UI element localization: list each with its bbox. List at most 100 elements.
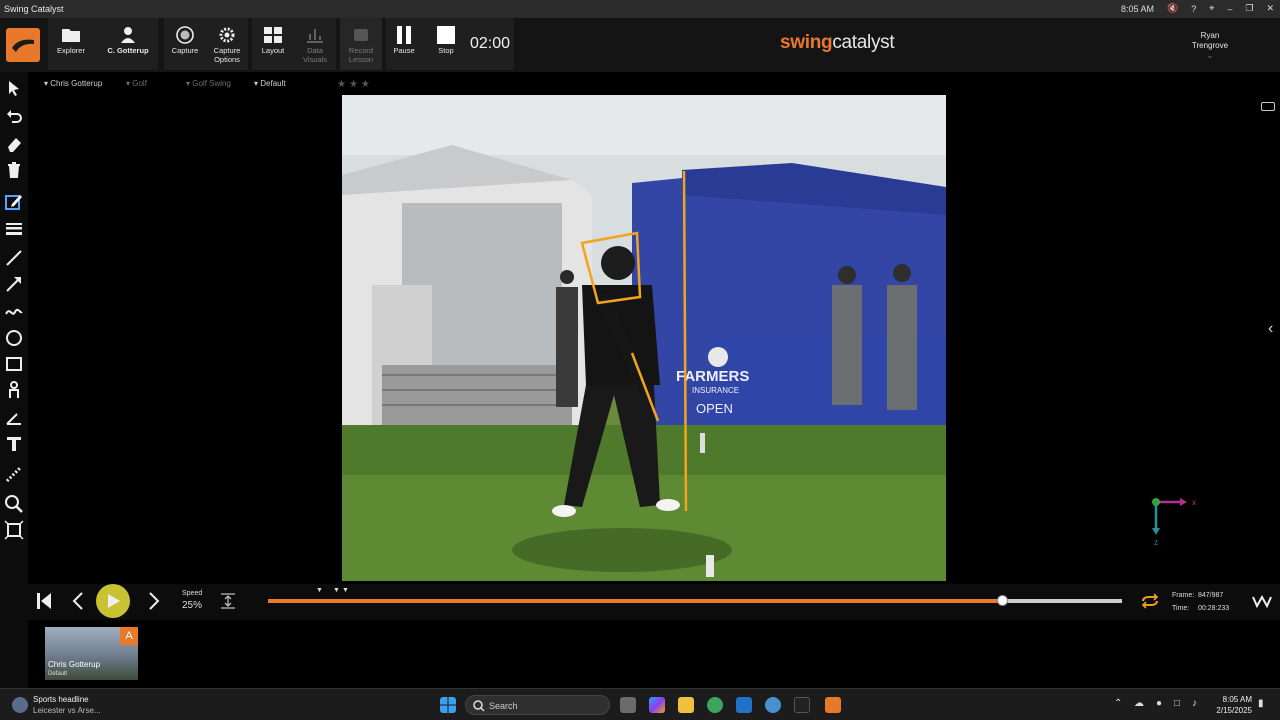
step-back-icon[interactable]	[72, 592, 84, 610]
breadcrumb-player[interactable]: ▾ Chris Gotterup	[44, 79, 102, 88]
copilot-icon[interactable]	[649, 697, 665, 713]
data-visuals-label: Data Visuals	[302, 46, 328, 64]
layout-button[interactable]: Layout	[254, 18, 292, 70]
circle-tool-icon[interactable]	[4, 328, 24, 348]
crop-icon[interactable]	[4, 520, 24, 540]
measure-tool-icon[interactable]	[4, 464, 24, 484]
user-menu[interactable]: Ryan Trengrove ⌄	[1180, 31, 1240, 61]
explorer-button[interactable]: Explorer	[50, 18, 92, 70]
notification-icon[interactable]: ▮	[1258, 698, 1264, 709]
data-visuals-button[interactable]: Data Visuals	[296, 18, 334, 70]
clip-subtitle: Default	[48, 671, 68, 677]
breadcrumb: ▾ Chris Gotterup ▾ Golf ▾ Golf Swing ▾ D…	[30, 74, 1280, 92]
news-widget-icon[interactable]	[12, 697, 28, 713]
tray-network-icon[interactable]: □	[1174, 698, 1180, 709]
explorer-label: Explorer	[57, 46, 85, 55]
taskbar-search[interactable]: Search	[465, 695, 610, 715]
play-button[interactable]	[96, 584, 130, 618]
edit-icon[interactable]	[4, 192, 24, 212]
filmstrip-icon[interactable]	[1252, 593, 1272, 609]
skip-to-start-icon[interactable]	[36, 592, 52, 610]
help-icon[interactable]: ?	[1191, 4, 1196, 14]
file-explorer-icon[interactable]	[678, 697, 694, 713]
eraser-icon[interactable]	[4, 134, 24, 154]
breadcrumb-layout-label: Default	[260, 79, 286, 88]
arrow-tool-icon[interactable]	[4, 274, 24, 294]
brand-mark: swing	[780, 32, 833, 53]
zoom-icon[interactable]	[4, 494, 24, 514]
text-tool-icon[interactable]	[4, 434, 24, 454]
user-button[interactable]: C. Gotterup	[100, 18, 156, 70]
record-lesson-button[interactable]: Record Lesson	[340, 18, 382, 70]
freehand-tool-icon[interactable]	[4, 300, 24, 320]
brand-logo: swingcatalyst	[780, 32, 895, 54]
undo-icon[interactable]	[4, 108, 24, 128]
speed-label: Speed	[182, 590, 203, 597]
time-label: Time:	[1172, 605, 1190, 612]
clip-title: Chris Gotterup	[48, 660, 101, 669]
title-bar: Swing Catalyst 8:05 AM 🔇 ? ⌖ – ❐ ✕	[0, 0, 1280, 18]
news-text[interactable]: Leicester vs Arse...	[33, 706, 101, 715]
capture-button[interactable]: Capture	[166, 18, 204, 70]
folder-icon	[62, 29, 80, 42]
axis-gizmo: y x z	[1152, 498, 1196, 547]
task-view-icon[interactable]	[620, 697, 636, 713]
clip-strip: A Chris Gotterup Default	[28, 622, 1280, 688]
taskbar-clock[interactable]: 8:05 AM 2/15/2025	[1212, 694, 1252, 716]
clock-label: 8:05 AM	[1121, 3, 1155, 14]
brand-text: catalyst	[832, 32, 895, 53]
chrome-icon[interactable]	[707, 697, 723, 713]
breadcrumb-layout[interactable]: ▾ Default	[254, 79, 286, 88]
svg-text:OPEN: OPEN	[696, 401, 733, 416]
pause-button[interactable]: Pause	[386, 18, 422, 70]
body-tool-icon[interactable]	[4, 380, 24, 400]
chevron-down-icon: ⌄	[1206, 51, 1214, 60]
tray-chevron-up-icon[interactable]: ⌃	[1114, 698, 1122, 709]
record-icon	[354, 29, 368, 41]
breadcrumb-activity-label: Golf Swing	[192, 79, 231, 88]
loop-icon[interactable]	[1140, 593, 1160, 609]
fit-icon[interactable]: ⌖	[1209, 3, 1214, 14]
windows-start-icon[interactable]	[440, 697, 456, 713]
step-forward-icon[interactable]	[148, 592, 160, 610]
stop-button[interactable]: Stop	[428, 18, 464, 70]
timeline-marker[interactable]: ▼	[316, 587, 323, 594]
chevron-left-icon[interactable]: ‹	[1268, 320, 1273, 338]
tray-volume-icon[interactable]: ♪	[1192, 698, 1197, 709]
trash-icon[interactable]	[4, 160, 24, 180]
timeline-marker[interactable]: ▼	[342, 587, 349, 594]
timeline-marker[interactable]: ▼	[333, 587, 340, 594]
timeline-handle[interactable]	[997, 595, 1009, 606]
app-logo[interactable]	[6, 28, 40, 62]
select-tool-icon[interactable]	[4, 78, 24, 98]
chrome-profile-icon[interactable]	[765, 697, 781, 713]
snapshot-icon[interactable]	[1261, 102, 1275, 111]
breadcrumb-sport[interactable]: ▾ Golf	[126, 79, 147, 88]
speed-value[interactable]: 25%	[182, 600, 202, 611]
line-tool-icon[interactable]	[4, 248, 24, 268]
recording-timer: 02:00	[470, 35, 511, 52]
tray-cloud-icon[interactable]: ☁	[1134, 698, 1144, 709]
user-button-label: C. Gotterup	[107, 46, 149, 55]
rating-stars[interactable]: ★★★	[337, 79, 373, 90]
minimize-icon[interactable]: –	[1227, 4, 1232, 14]
rectangle-tool-icon[interactable]	[4, 354, 24, 374]
outlook-icon[interactable]	[736, 697, 752, 713]
video-viewer[interactable]: FARMERS INSURANCE OPEN	[342, 95, 946, 581]
close-icon[interactable]: ✕	[1266, 3, 1274, 14]
tray-microphone-icon[interactable]: ●	[1156, 698, 1162, 709]
line-width-icon[interactable]	[4, 218, 24, 238]
breadcrumb-player-label: Chris Gotterup	[50, 79, 103, 88]
news-title[interactable]: Sports headline	[33, 695, 89, 704]
trim-icon[interactable]	[220, 593, 236, 609]
frame-label: Frame:	[1172, 592, 1195, 599]
swing-catalyst-taskbar-icon[interactable]	[825, 697, 841, 713]
clip-thumbnail[interactable]: A Chris Gotterup Default	[45, 627, 138, 680]
angle-tool-icon[interactable]	[4, 408, 24, 428]
mute-icon[interactable]: 🔇	[1167, 3, 1178, 14]
terminal-icon[interactable]	[794, 697, 810, 713]
capture-options-button[interactable]: Capture Options	[206, 18, 248, 70]
timeline-scrubber[interactable]: ▼ ▼ ▼	[268, 587, 1122, 606]
breadcrumb-activity[interactable]: ▾ Golf Swing	[186, 79, 231, 88]
restore-icon[interactable]: ❐	[1245, 3, 1253, 14]
